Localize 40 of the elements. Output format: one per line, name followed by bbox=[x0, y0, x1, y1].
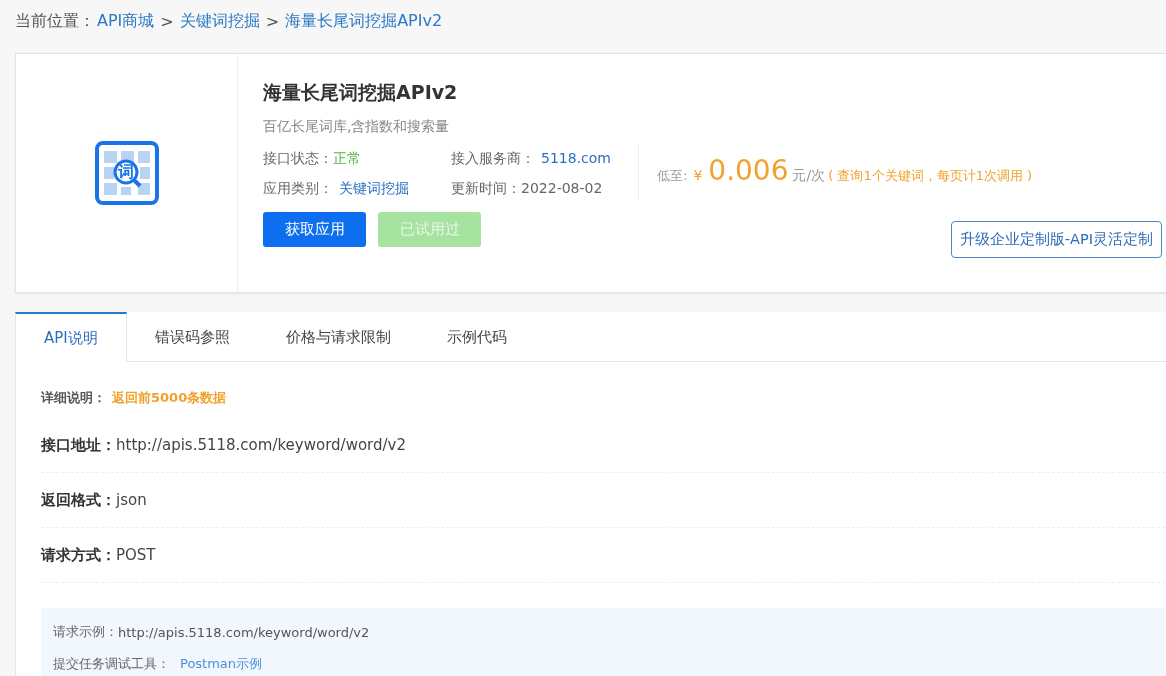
fact-label: 接入服务商： bbox=[451, 150, 535, 166]
fact-value: 正常 bbox=[333, 150, 361, 166]
breadcrumb-link[interactable]: 关键词挖掘 bbox=[179, 10, 260, 32]
tab[interactable]: 价格与请求限制 bbox=[257, 312, 419, 361]
example-label: 请求示例： bbox=[53, 623, 118, 641]
price-amount: 0.006 bbox=[708, 154, 789, 187]
tool-label: 提交任务调试工具： bbox=[53, 655, 170, 673]
fact-value: 2022-08-02 bbox=[521, 180, 603, 196]
price-prefix: 低至: bbox=[657, 167, 688, 185]
currency-sign: ¥ bbox=[693, 167, 703, 183]
field-value: json bbox=[116, 491, 147, 509]
tab[interactable]: 示例代码 bbox=[418, 312, 535, 361]
field-value: http://apis.5118.com/keyword/word/v2 bbox=[116, 436, 406, 454]
get-app-button[interactable]: 获取应用 bbox=[263, 212, 366, 247]
field-label: 请求方式： bbox=[41, 545, 116, 565]
detail-value: 返回前5000条数据 bbox=[112, 389, 227, 407]
tab[interactable]: API说明 bbox=[15, 312, 127, 362]
detail-label: 详细说明： bbox=[41, 389, 106, 407]
breadcrumb-link[interactable]: 海量长尾词挖掘APIv2 bbox=[285, 10, 443, 32]
breadcrumb-label: 当前位置： bbox=[15, 10, 95, 32]
product-subtitle: 百亿长尾词库,含指数和搜索量 bbox=[263, 118, 451, 136]
price-note: ( 查询1个关键词，每页计1次调用 ) bbox=[828, 167, 1033, 185]
price-unit: 元/次 bbox=[792, 167, 826, 185]
postman-link[interactable]: Postman示例 bbox=[180, 655, 263, 673]
breadcrumb-link[interactable]: API商城 bbox=[97, 10, 155, 32]
fact-label: 接口状态： bbox=[263, 150, 333, 166]
field-label: 接口地址： bbox=[41, 435, 116, 455]
fact-link[interactable]: 关键词挖掘 bbox=[339, 180, 409, 196]
fact-label: 应用类别： bbox=[263, 180, 333, 196]
breadcrumb-separator: > bbox=[160, 11, 174, 31]
fact-link[interactable]: 5118.com bbox=[541, 150, 611, 166]
field-value: POST bbox=[116, 546, 156, 564]
example-url: http://apis.5118.com/keyword/word/v2 bbox=[118, 624, 370, 640]
field-label: 返回格式： bbox=[41, 490, 116, 510]
fact-label: 更新时间： bbox=[451, 180, 521, 196]
breadcrumb-separator: > bbox=[265, 11, 280, 31]
product-title: 海量长尾词挖掘APIv2 bbox=[263, 80, 459, 105]
product-logo-icon: 词 bbox=[94, 141, 159, 205]
upgrade-button[interactable]: 升级企业定制版-API灵活定制 bbox=[950, 221, 1162, 258]
tab[interactable]: 错误码参照 bbox=[126, 312, 258, 361]
